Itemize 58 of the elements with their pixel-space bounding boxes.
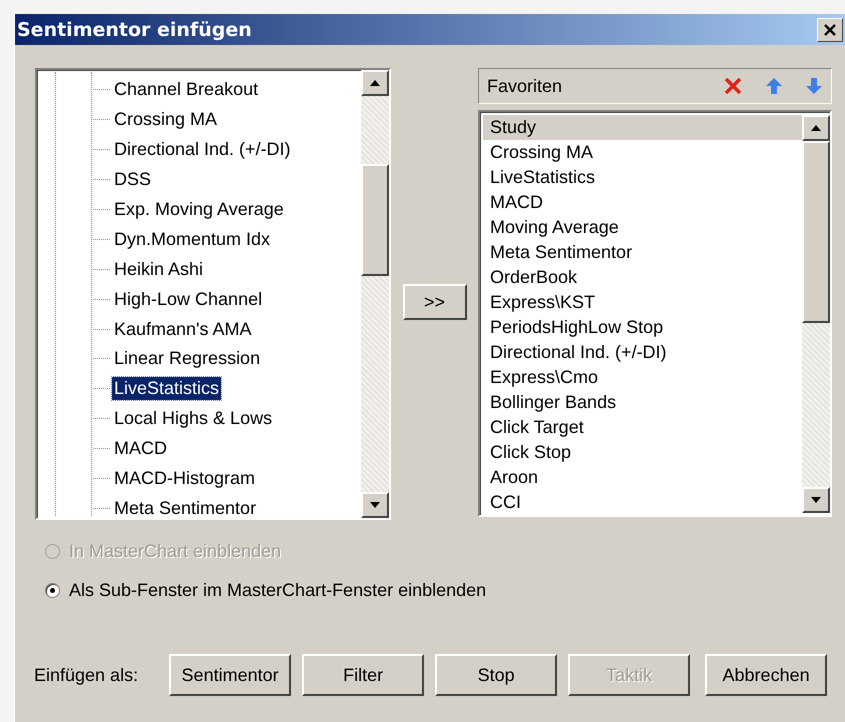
window-title: Sentimentor einfügen [17, 18, 252, 40]
dialog-button[interactable]: Filter [302, 654, 424, 696]
list-item[interactable]: Bollinger Bands [483, 390, 802, 415]
list-item[interactable]: Click Target [483, 415, 802, 440]
radio-button[interactable] [45, 583, 60, 598]
tree-item[interactable]: Local Highs & Lows [112, 407, 274, 430]
tree-item[interactable]: Channel Breakout [112, 78, 260, 102]
dialog-button[interactable]: Abbrechen [705, 654, 828, 696]
tree-item[interactable]: Exp. Moving Average [112, 198, 286, 221]
list-item[interactable]: Crossing MA [483, 140, 802, 165]
tree-item[interactable]: MACD [112, 437, 169, 460]
list-item[interactable]: OrderBook [483, 265, 802, 290]
option-label[interactable]: Als Sub-Fenster im MasterChart-Fenster einblenden [69, 580, 486, 601]
tree-item[interactable]: High-Low Channel [112, 288, 264, 311]
down-arrow-icon [811, 497, 821, 503]
list-item[interactable]: MACD [483, 190, 802, 215]
delete-icon[interactable] [723, 77, 743, 95]
tree-item[interactable]: Heikin Ashi [112, 258, 206, 281]
scroll-up-button[interactable] [802, 115, 830, 141]
list-item[interactable]: Study [483, 115, 802, 140]
scrollbar[interactable] [361, 70, 389, 518]
tree-item[interactable]: MACD-Histogram [112, 467, 258, 490]
list-item[interactable]: Click Stop [483, 440, 802, 465]
close-icon [823, 22, 837, 36]
tree-item[interactable]: DSS [112, 168, 154, 192]
tree-item[interactable]: Meta Sentimentor [112, 496, 258, 518]
down-arrow-icon[interactable] [805, 77, 823, 95]
tree-item[interactable]: Linear Regression [112, 347, 262, 370]
list-item[interactable]: Aroon [483, 465, 802, 490]
scroll-up-button[interactable] [361, 70, 389, 96]
list-item[interactable]: LiveStatistics [483, 165, 802, 190]
up-arrow-icon [370, 80, 380, 86]
dialog-button[interactable]: Sentimentor [169, 654, 292, 696]
tree-item[interactable]: Kaufmann's AMA [112, 318, 254, 341]
list-item[interactable]: Express\KST [483, 290, 802, 315]
scroll-thumb[interactable] [361, 164, 389, 276]
list-item[interactable]: Express\Cmo [483, 365, 802, 390]
scroll-down-button[interactable] [802, 487, 830, 513]
list-item[interactable]: Meta Sentimentor [483, 240, 802, 265]
list-item[interactable]: Directional Ind. (+/-DI) [483, 340, 802, 365]
tree-item[interactable]: Directional Ind. (+/-DI) [112, 138, 293, 162]
scroll-thumb[interactable] [802, 141, 830, 323]
dialog-button[interactable]: Stop [435, 654, 558, 696]
add-button[interactable]: >> [402, 284, 466, 320]
tree-item[interactable]: Dyn.Momentum Idx [112, 228, 272, 251]
up-arrow-icon[interactable] [765, 77, 783, 95]
insert-as-label: Einfügen als: [34, 664, 138, 686]
down-arrow-icon [370, 502, 380, 508]
close-button[interactable] [817, 18, 843, 42]
scroll-down-button[interactable] [361, 492, 389, 518]
up-arrow-icon [811, 125, 821, 131]
list-item[interactable]: Moving Average [483, 215, 802, 240]
scrollbar[interactable] [802, 115, 830, 513]
list-item[interactable]: PeriodsHighLow Stop [483, 315, 802, 340]
list-item[interactable]: CCI [483, 490, 802, 513]
tree-item[interactable]: LiveStatistics [112, 377, 222, 400]
tree-item[interactable]: Crossing MA [112, 108, 220, 132]
favorites-title: Favoriten [487, 76, 562, 96]
